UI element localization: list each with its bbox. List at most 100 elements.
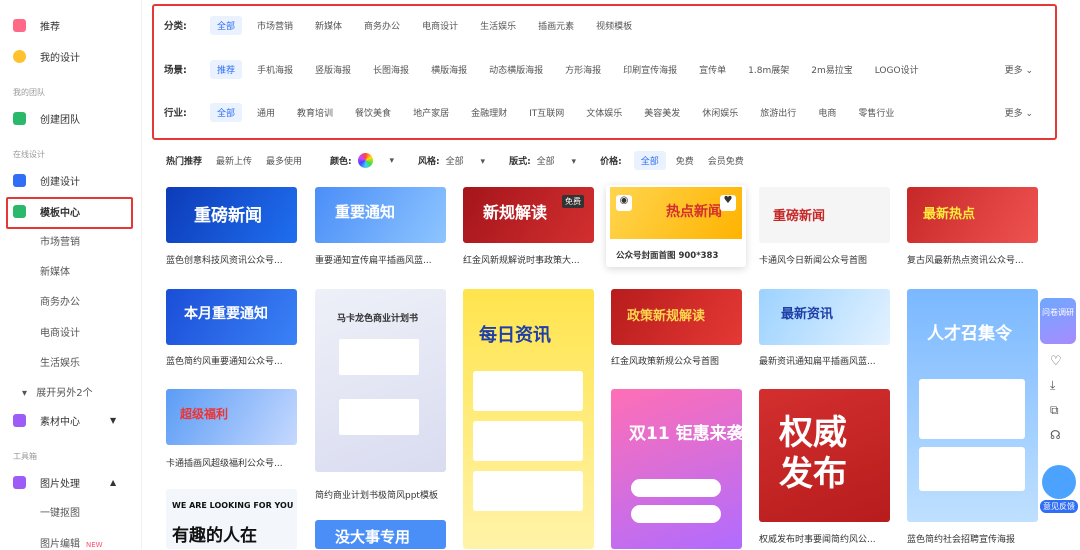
template-card[interactable]: 政策新规解读 bbox=[611, 289, 742, 345]
sidebar-sub-item[interactable]: 生活娱乐 bbox=[40, 354, 80, 369]
style-select[interactable]: 全部 ▾ bbox=[446, 154, 485, 167]
color-picker[interactable]: ▾ bbox=[357, 152, 394, 168]
sidebar-item-recommend[interactable]: 推荐 bbox=[0, 12, 142, 38]
share-icon[interactable]: ⧉ bbox=[1050, 403, 1059, 418]
filter-option[interactable]: 全部 bbox=[210, 102, 243, 122]
sidebar-sub-item[interactable]: 一键抠图 bbox=[40, 504, 80, 519]
template-card[interactable]: 最新热点 bbox=[907, 187, 1038, 243]
headset-icon[interactable]: ☊ bbox=[1050, 428, 1061, 442]
filter-option[interactable]: 1.8m展架 bbox=[741, 60, 796, 79]
filter-option[interactable]: 印刷宣传海报 bbox=[616, 60, 684, 79]
sort-hot[interactable]: 热门推荐 bbox=[166, 154, 202, 167]
template-card[interactable]: 超级福利 bbox=[166, 389, 297, 445]
price-all[interactable]: 全部 bbox=[633, 150, 666, 170]
template-card[interactable]: 双11 钜惠来袭 bbox=[611, 389, 742, 549]
card-caption[interactable]: 红金风新规解说时事政策大... bbox=[463, 253, 597, 266]
caret-down-icon: ▼ bbox=[110, 415, 117, 425]
template-card[interactable]: 重磅新闻 bbox=[759, 187, 890, 243]
sidebar-sub-item[interactable]: 新媒体 bbox=[40, 263, 70, 278]
industry-filter-row: 行业: 全部 通用 教育培训 餐饮美食 地产家居 金融理财 IT互联网 文体娱乐… bbox=[164, 101, 1049, 123]
filter-option[interactable]: 2m易拉宝 bbox=[804, 60, 860, 79]
template-card[interactable]: 权威发布 bbox=[759, 389, 890, 522]
filter-option[interactable]: 金融理财 bbox=[464, 103, 514, 122]
feedback-button[interactable]: 意见反馈 bbox=[1040, 500, 1078, 513]
new-badge: NEW bbox=[86, 541, 103, 549]
card-caption[interactable]: 蓝色创意科技风资讯公众号... bbox=[166, 253, 300, 266]
card-caption[interactable]: 蓝色简约风重要通知公众号... bbox=[166, 354, 300, 367]
template-card[interactable]: 最新资讯 bbox=[759, 289, 890, 345]
filter-option[interactable]: 餐饮美食 bbox=[348, 103, 398, 122]
filter-option[interactable]: 生活娱乐 bbox=[473, 16, 523, 35]
card-caption[interactable]: 重要通知宣传扁平插画风蓝... bbox=[315, 253, 449, 266]
download-icon[interactable]: ⤓ bbox=[1050, 378, 1055, 393]
mascot-icon[interactable] bbox=[1042, 465, 1076, 499]
filter-option[interactable]: 零售行业 bbox=[851, 103, 901, 122]
sidebar-item-create-team[interactable]: 创建团队 bbox=[0, 105, 142, 131]
favorite-icon[interactable]: ♥ bbox=[720, 195, 736, 211]
filter-option[interactable]: 手机海报 bbox=[250, 60, 300, 79]
card-caption[interactable]: 蓝色简约社会招聘宣传海报 bbox=[907, 532, 1041, 545]
filter-option[interactable]: 旅游出行 bbox=[753, 103, 803, 122]
sidebar-item-my-design[interactable]: 我的设计 bbox=[0, 43, 142, 69]
card-caption[interactable]: 简约商业计划书极简风ppt模板 bbox=[315, 488, 449, 501]
layout-select[interactable]: 全部 ▾ bbox=[537, 154, 576, 167]
heart-icon[interactable]: ♡ bbox=[1050, 354, 1062, 369]
template-card[interactable]: 人才召集令 bbox=[907, 289, 1038, 522]
filter-option[interactable]: 电商设计 bbox=[415, 16, 465, 35]
filter-option[interactable]: 插画元素 bbox=[531, 16, 581, 35]
preview-icon[interactable]: ◉ bbox=[616, 195, 632, 211]
sort-most-used[interactable]: 最多使用 bbox=[266, 154, 302, 167]
filter-option[interactable]: 长图海报 bbox=[366, 60, 416, 79]
sort-latest[interactable]: 最新上传 bbox=[216, 154, 252, 167]
more-button[interactable]: 更多 ⌄ bbox=[1005, 106, 1033, 119]
filter-option[interactable]: 通用 bbox=[250, 103, 282, 122]
filter-option[interactable]: 方形海报 bbox=[558, 60, 608, 79]
sidebar-sub-item[interactable]: 商务办公 bbox=[40, 293, 80, 308]
sidebar-item-materials[interactable]: 素材中心 ▼ bbox=[0, 407, 142, 433]
filter-option[interactable]: 视频模板 bbox=[589, 16, 639, 35]
filter-option[interactable]: 横版海报 bbox=[424, 60, 474, 79]
more-button[interactable]: 更多 ⌄ bbox=[1005, 63, 1033, 76]
price-member[interactable]: 会员免费 bbox=[708, 154, 744, 167]
filter-option[interactable]: 推荐 bbox=[210, 59, 243, 79]
template-card[interactable]: 有趣的人在 WE ARE LOOKING FOR YOU bbox=[166, 489, 297, 549]
sidebar-sub-item-image-edit[interactable]: 图片编辑 NEW bbox=[40, 535, 103, 550]
template-card[interactable]: 重要通知 bbox=[315, 187, 446, 243]
filter-option[interactable]: 动态横版海报 bbox=[482, 60, 550, 79]
template-card[interactable]: 重磅新闻 bbox=[166, 187, 297, 243]
filter-option[interactable]: 商务办公 bbox=[357, 16, 407, 35]
sidebar-item-image-process[interactable]: 图片处理 ▲ bbox=[0, 469, 142, 495]
filter-option[interactable]: 电商 bbox=[811, 103, 843, 122]
filter-option[interactable]: IT互联网 bbox=[522, 103, 571, 122]
filter-option[interactable]: 竖版海报 bbox=[308, 60, 358, 79]
filter-option[interactable]: 地产家居 bbox=[406, 103, 456, 122]
filter-option[interactable]: LOGO设计 bbox=[868, 60, 926, 79]
template-card[interactable]: 本月重要通知 bbox=[166, 289, 297, 345]
template-card[interactable]: 每日资讯 bbox=[463, 289, 594, 549]
filter-option[interactable]: 教育培训 bbox=[290, 103, 340, 122]
template-card-hover[interactable]: 热点新闻 公众号封面首图 900*383 ◉ ♥ bbox=[606, 185, 746, 267]
filter-option[interactable]: 休闲娱乐 bbox=[695, 103, 745, 122]
survey-float-button[interactable]: 问卷调研 bbox=[1040, 298, 1076, 344]
sidebar-item-template-center[interactable]: 模板中心 bbox=[0, 198, 142, 224]
card-caption[interactable]: 复古风最新热点资讯公众号... bbox=[907, 253, 1041, 266]
sidebar-sub-item[interactable]: 电商设计 bbox=[40, 324, 80, 339]
card-caption[interactable]: 红金风政策新规公众号首图 bbox=[611, 354, 745, 367]
filter-option[interactable]: 新媒体 bbox=[308, 16, 349, 35]
filter-option[interactable]: 全部 bbox=[210, 15, 243, 35]
expand-more[interactable]: ▾ 展开另外2个 bbox=[22, 384, 93, 399]
filter-option[interactable]: 美容美发 bbox=[637, 103, 687, 122]
template-card[interactable]: 新规解读 免费 bbox=[463, 187, 594, 243]
filter-option[interactable]: 文体娱乐 bbox=[579, 103, 629, 122]
filter-option[interactable]: 宣传单 bbox=[692, 60, 733, 79]
card-caption[interactable]: 卡通插画风超级福利公众号... bbox=[166, 456, 300, 469]
sidebar-sub-item[interactable]: 市场营销 bbox=[40, 233, 80, 248]
sidebar-item-create-design[interactable]: 创建设计 bbox=[0, 167, 142, 193]
card-caption[interactable]: 最新资讯通知扁平插画风蓝... bbox=[759, 354, 893, 367]
price-free[interactable]: 免费 bbox=[676, 154, 694, 167]
template-card[interactable]: 没大事专用 bbox=[315, 520, 446, 549]
template-card[interactable]: 马卡龙色商业计划书 bbox=[315, 289, 446, 472]
card-caption[interactable]: 卡通风今日新闻公众号首图 bbox=[759, 253, 893, 266]
card-caption[interactable]: 权威发布时事要闻简约风公... bbox=[759, 532, 893, 545]
filter-option[interactable]: 市场营销 bbox=[250, 16, 300, 35]
